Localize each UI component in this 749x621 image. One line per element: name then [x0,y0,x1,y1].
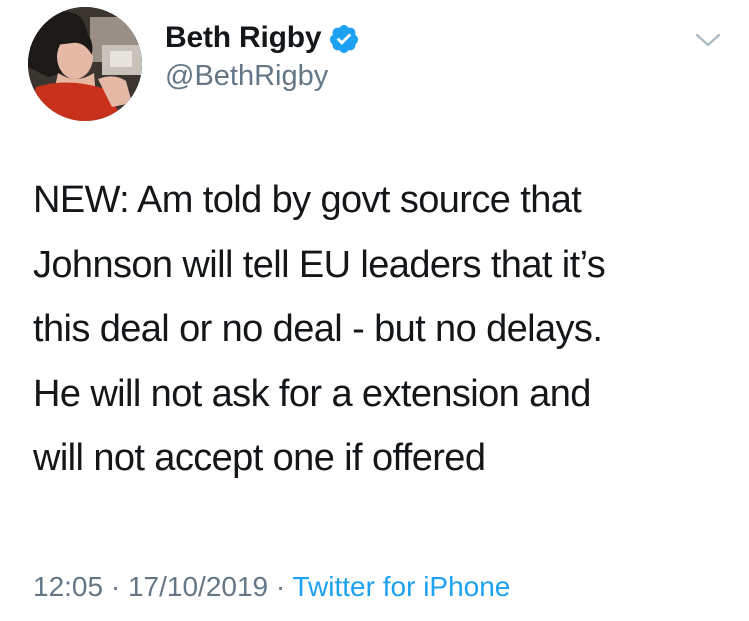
tweet-line: NEW: Am told by govt source that [33,179,582,221]
verified-badge-icon [330,25,359,53]
tweet-source-link[interactable]: Twitter for iPhone [293,571,511,602]
tweet-line: Johnson will tell EU leaders that it’s [33,243,606,286]
meta-separator: · [103,571,128,602]
author-handle[interactable]: @BethRigby [165,60,328,93]
tweet-date[interactable]: 17/10/2019 [128,571,268,602]
tweet-line: will not accept one if offered [33,437,486,479]
avatar-photo [28,7,142,121]
tweet-text: NEW: Am told by govt source that Johnson… [33,168,733,491]
display-name[interactable]: Beth Rigby [165,21,322,55]
author-name-row[interactable]: Beth Rigby [165,19,360,57]
avatar[interactable] [28,7,142,121]
tweet-meta: 12:05 · 17/10/2019 · Twitter for iPhone [33,571,510,603]
meta-separator: · [268,571,293,602]
tweet-line: this deal or no deal - but no delays. [33,308,603,350]
tweet-time[interactable]: 12:05 [33,571,103,602]
chevron-down-icon[interactable] [694,30,722,50]
tweet-line: He will not ask for a extension and [33,372,591,415]
